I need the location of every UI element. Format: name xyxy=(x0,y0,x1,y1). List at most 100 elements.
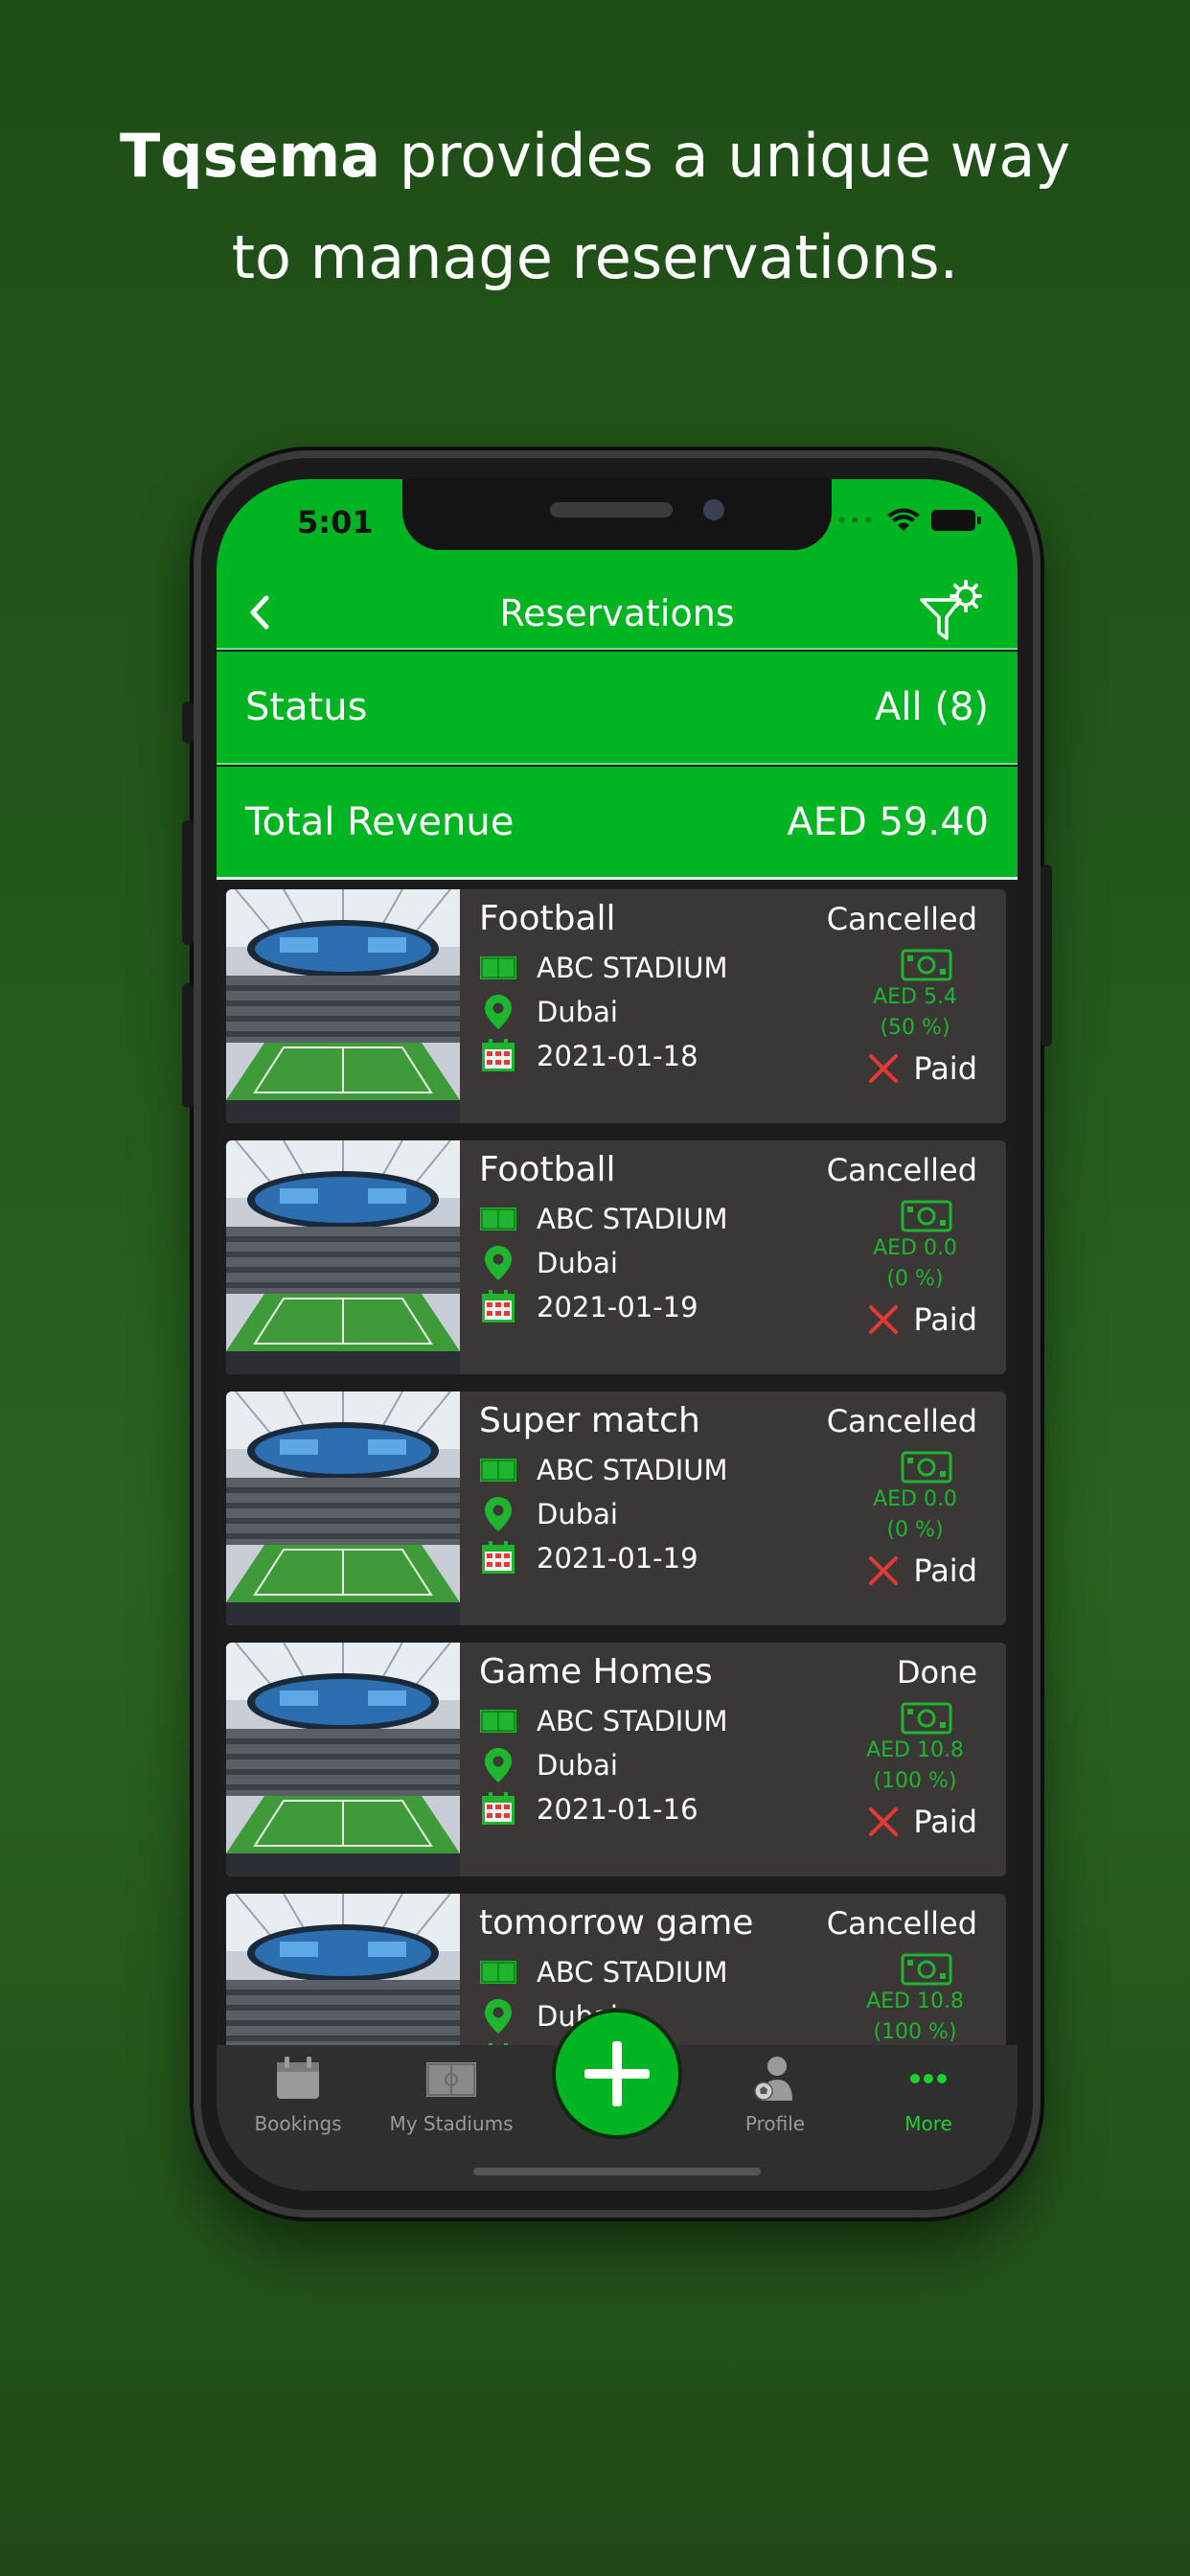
tab-bookings-label: Bookings xyxy=(254,2112,342,2135)
clock: 5:01 xyxy=(297,504,374,540)
calendar-icon xyxy=(479,1037,537,1075)
wifi-icon xyxy=(887,508,920,531)
stadium-thumbnail xyxy=(226,1643,460,1876)
paid-status: Paid xyxy=(867,1050,977,1087)
reservation-title: Football xyxy=(479,899,616,938)
tab-more[interactable]: More xyxy=(857,2055,1000,2135)
field-icon xyxy=(426,2062,476,2097)
reservation-card[interactable]: Game Homes Done ABC STADIUM Dubai 2021-0… xyxy=(226,1643,1006,1876)
status-filter-row[interactable]: Status All (8) xyxy=(217,652,1018,765)
field-icon xyxy=(479,949,537,987)
paid-label: Paid xyxy=(913,1804,977,1840)
reservation-date: 2021-01-18 xyxy=(537,1040,698,1072)
reservation-title: Game Homes xyxy=(479,1652,713,1691)
reservation-status: Cancelled xyxy=(826,1905,977,1942)
tab-more-label: More xyxy=(904,2112,952,2135)
amount-percent: (0 %) xyxy=(886,1267,944,1291)
city-name: Dubai xyxy=(537,996,618,1028)
field-icon xyxy=(479,1953,537,1991)
headline: Tqsema provides a unique way to manage r… xyxy=(0,105,1190,309)
revenue-label: Total Revenue xyxy=(245,799,515,844)
reservation-title: Super match xyxy=(479,1401,700,1440)
field-icon xyxy=(479,1200,537,1238)
reservation-card[interactable]: Football Cancelled ABC STADIUM Dubai 202… xyxy=(226,889,1006,1123)
phone-power-button xyxy=(1041,864,1052,1046)
battery-icon xyxy=(931,510,981,531)
reservation-date: 2021-01-19 xyxy=(537,1291,698,1323)
calendar-icon xyxy=(277,2057,319,2099)
reservation-date: 2021-01-16 xyxy=(537,1793,698,1826)
tab-stadiums-label: My Stadiums xyxy=(389,2112,514,2135)
money-icon xyxy=(901,1451,952,1484)
date-line: 2021-01-16 xyxy=(479,1790,698,1828)
total-revenue-row: Total Revenue AED 59.40 xyxy=(217,767,1018,880)
reservation-card[interactable]: Football Cancelled ABC STADIUM Dubai 202… xyxy=(226,1140,1006,1374)
status-label: Status xyxy=(245,685,368,729)
stadium-line: ABC STADIUM xyxy=(479,1702,728,1740)
reservation-date: 2021-01-19 xyxy=(537,1542,698,1575)
field-icon xyxy=(479,1702,537,1740)
phone-notch xyxy=(402,479,832,550)
tab-profile-label: Profile xyxy=(744,2112,806,2135)
status-icons: •••• xyxy=(823,508,981,533)
location-pin-icon xyxy=(479,1244,537,1282)
headline-line-1: Tqsema provides a unique way xyxy=(0,105,1190,207)
phone-volume-down xyxy=(182,983,194,1108)
phone-mute-switch xyxy=(182,702,194,744)
calendar-icon xyxy=(479,1790,537,1828)
brand-name: Tqsema xyxy=(119,121,381,191)
paid-label: Paid xyxy=(913,1552,977,1589)
location-line: Dubai xyxy=(479,1495,618,1533)
amount-percent: (50 %) xyxy=(880,1016,950,1040)
paid-status: Paid xyxy=(867,1804,977,1840)
amount-percent: (0 %) xyxy=(886,1518,944,1542)
money-icon xyxy=(901,1953,952,1986)
stadium-line: ABC STADIUM xyxy=(479,1451,728,1489)
stadium-line: ABC STADIUM xyxy=(479,1200,728,1238)
page-title: Reservations xyxy=(499,592,735,634)
reservation-status: Cancelled xyxy=(826,901,977,937)
profile-icon xyxy=(754,2057,792,2101)
reservation-card[interactable]: Super match Cancelled ABC STADIUM Dubai … xyxy=(226,1392,1006,1625)
stadium-name: ABC STADIUM xyxy=(537,952,728,984)
app-screen: 5:01 •••• Reservations Status All (8) To… xyxy=(217,479,1018,2191)
location-pin-icon xyxy=(479,993,537,1031)
location-line: Dubai xyxy=(479,993,618,1031)
stadium-name: ABC STADIUM xyxy=(537,1705,728,1737)
reservation-status: Cancelled xyxy=(826,1152,977,1188)
revenue-value: AED 59.40 xyxy=(787,799,989,844)
tab-bookings[interactable]: Bookings xyxy=(226,2055,370,2135)
amount-value: AED 0.0 xyxy=(873,1236,957,1260)
home-indicator xyxy=(473,2168,761,2175)
tab-my-stadiums[interactable]: My Stadiums xyxy=(379,2055,523,2135)
x-mark-icon xyxy=(867,1303,913,1336)
date-line: 2021-01-18 xyxy=(479,1037,698,1075)
stadium-thumbnail xyxy=(226,1392,460,1625)
amount-value: AED 10.8 xyxy=(866,1738,964,1762)
stadium-name: ABC STADIUM xyxy=(537,1956,728,1989)
speaker-grille xyxy=(550,502,673,518)
reservation-status: Cancelled xyxy=(826,1403,977,1439)
front-camera xyxy=(703,499,724,520)
location-line: Dubai xyxy=(479,1244,618,1282)
paid-status: Paid xyxy=(867,1301,977,1338)
city-name: Dubai xyxy=(537,1247,618,1279)
amount-percent: (100 %) xyxy=(873,2020,957,2044)
add-reservation-button[interactable] xyxy=(552,2009,682,2139)
paid-label: Paid xyxy=(913,1050,977,1087)
stadium-thumbnail xyxy=(226,1894,460,2045)
stadium-name: ABC STADIUM xyxy=(537,1454,728,1486)
tab-profile[interactable]: Profile xyxy=(703,2055,847,2135)
filter-settings-icon[interactable] xyxy=(916,577,985,646)
reservation-title: Football xyxy=(479,1150,616,1189)
stadium-line: ABC STADIUM xyxy=(479,1953,728,1991)
nav-bar: Reservations xyxy=(217,575,1018,650)
stadium-thumbnail xyxy=(226,889,460,1123)
stadium-name: ABC STADIUM xyxy=(537,1203,728,1235)
reservation-list[interactable]: Football Cancelled ABC STADIUM Dubai 202… xyxy=(217,884,1018,2045)
location-pin-icon xyxy=(479,1746,537,1784)
stadium-thumbnail xyxy=(226,1140,460,1374)
phone-volume-up xyxy=(182,820,194,945)
calendar-icon xyxy=(479,1539,537,1577)
date-line: 2021-01-19 xyxy=(479,1539,698,1577)
